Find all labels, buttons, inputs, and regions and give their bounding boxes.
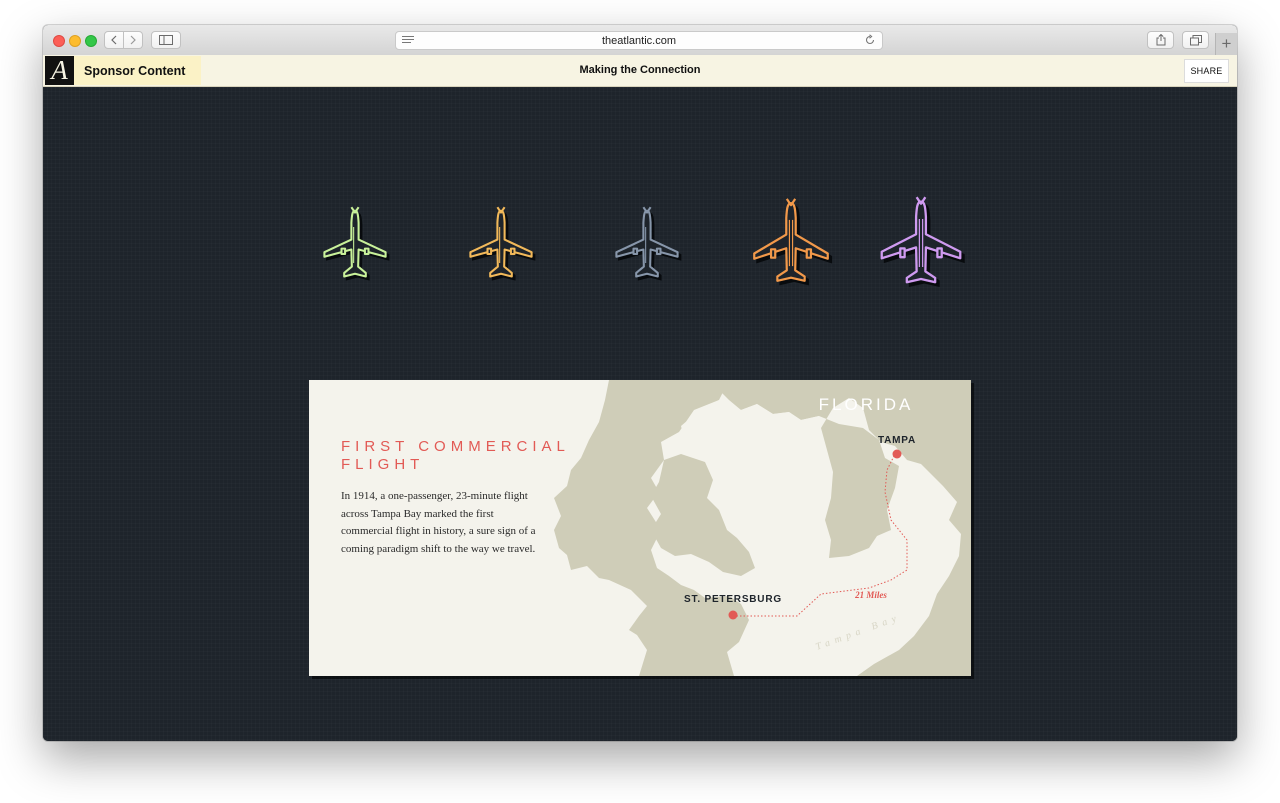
sidebar-button[interactable] [151, 31, 181, 49]
distance-label: 21 Miles [854, 590, 887, 600]
sponsor-content-label: Sponsor Content [74, 56, 202, 85]
reload-icon[interactable] [864, 34, 876, 46]
airplane-icon [323, 206, 390, 281]
map-description: In 1914, a one-passenger, 23-minute flig… [341, 490, 536, 555]
st-petersburg-label: ST. PETERSBURG [684, 594, 782, 605]
atlantic-logo[interactable]: A [45, 56, 74, 85]
airplane-icon [753, 198, 833, 286]
airplane-icon [469, 206, 536, 281]
share-icon [1156, 34, 1165, 46]
st-petersburg-marker [728, 610, 738, 620]
share-button[interactable]: SHARE [1184, 59, 1229, 83]
navigation-buttons [104, 31, 143, 49]
map-card: FLORIDA TAMPA ST. PETERSBURG 21 Miles Ta… [309, 380, 971, 676]
minimize-window-button[interactable] [69, 35, 81, 47]
chevron-right-icon [130, 35, 136, 45]
florida-label: FLORIDA [819, 395, 914, 414]
tampa-bay-label: Tampa Bay [814, 612, 902, 653]
airplane-icon [615, 206, 682, 281]
plus-icon: + [1221, 34, 1232, 53]
page-content: FLORIDA TAMPA ST. PETERSBURG 21 Miles Ta… [43, 87, 1237, 741]
sidebar-icon [159, 35, 173, 45]
address-bar[interactable]: theatlantic.com [395, 31, 883, 50]
reader-icon[interactable] [402, 35, 414, 45]
map-title: First Commercial Flight [341, 438, 570, 473]
sponsor-bar: A Sponsor Content Making the Connection … [43, 55, 1237, 87]
page-title: Making the Connection [579, 64, 701, 76]
url-text: theatlantic.com [602, 34, 676, 47]
tampa-label: TAMPA [878, 435, 916, 446]
browser-window: theatlantic.com + A Sponsor Content Maki… [43, 25, 1237, 741]
browser-toolbar: theatlantic.com + [43, 25, 1237, 56]
zoom-window-button[interactable] [85, 35, 97, 47]
new-tab-button[interactable]: + [1215, 33, 1237, 55]
tabs-overview-button[interactable] [1182, 31, 1209, 49]
close-window-button[interactable] [53, 35, 65, 47]
tampa-marker [892, 449, 902, 459]
chevron-left-icon [111, 35, 117, 45]
forward-button[interactable] [124, 31, 143, 49]
share-toolbar-button[interactable] [1147, 31, 1174, 49]
tabs-icon [1189, 34, 1202, 45]
back-button[interactable] [104, 31, 124, 49]
airplane-icon [880, 196, 965, 288]
